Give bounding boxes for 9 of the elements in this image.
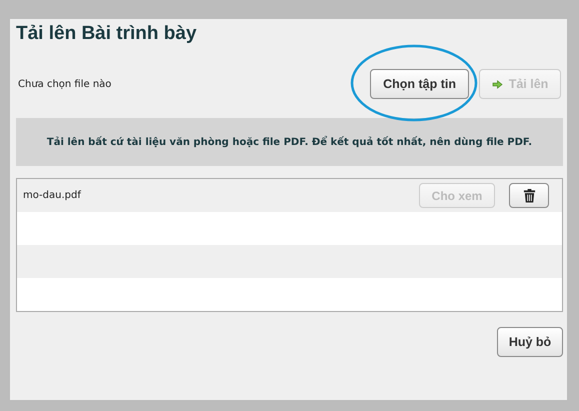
file-name: mo-dau.pdf: [23, 190, 82, 201]
dialog-title: Tải lên Bài trình bày: [16, 22, 198, 46]
delete-button[interactable]: [509, 183, 549, 208]
choose-file-button[interactable]: Chọn tập tin: [370, 69, 469, 99]
arrow-icon: [492, 80, 503, 88]
file-status-text: Chưa chọn file nào: [18, 78, 112, 90]
trash-icon: [522, 188, 536, 203]
info-banner: Tải lên bất cứ tài liệu văn phòng hoặc file PDF. Để kết quả tốt nhất, nên dùng file PDF.: [16, 118, 563, 166]
cancel-button[interactable]: Huỷ bỏ: [497, 327, 563, 357]
